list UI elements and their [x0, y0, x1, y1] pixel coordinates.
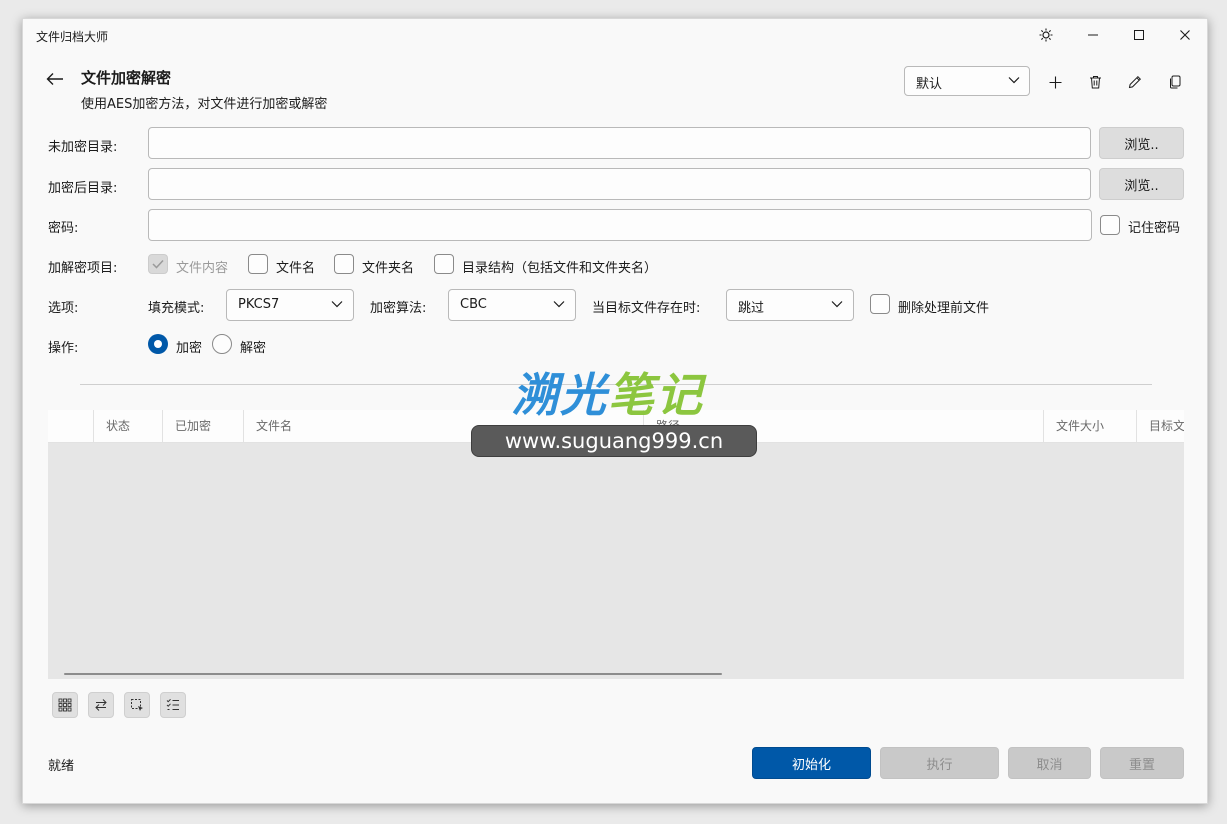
app-window: 文件归档大师 文件加密解密 使用AES加密方法，对文件进行加密或解密 默认 未加…	[22, 18, 1208, 804]
exists-select-value: 跳过	[738, 301, 765, 316]
structure-checkbox[interactable]	[434, 254, 454, 274]
copy-icon	[1169, 75, 1180, 89]
decrypt-label: 解密	[240, 341, 267, 356]
watermark-title-a: 溯光	[512, 368, 608, 422]
exists-select[interactable]: 跳过	[726, 289, 854, 321]
back-button[interactable]	[41, 67, 69, 91]
algo-select-value: CBC	[460, 297, 487, 312]
theme-icon	[1039, 28, 1053, 42]
delete-source-label: 删除处理前文件	[898, 301, 990, 316]
page-subtitle: 使用AES加密方法，对文件进行加密或解密	[81, 97, 328, 112]
algo-select[interactable]: CBC	[448, 289, 576, 321]
maximize-button[interactable]	[1116, 19, 1162, 51]
minimize-button[interactable]	[1070, 19, 1116, 51]
items-label: 加解密项目:	[48, 261, 118, 276]
password-label: 密码:	[48, 221, 79, 236]
init-button[interactable]: 初始化	[752, 747, 871, 779]
operation-label: 操作:	[48, 341, 79, 356]
close-icon	[1180, 30, 1190, 40]
file-content-label: 文件内容	[176, 261, 229, 276]
back-arrow-icon	[46, 73, 63, 85]
delete-preset-button[interactable]	[1082, 69, 1108, 95]
options-label: 选项:	[48, 301, 79, 316]
select-region-button[interactable]	[124, 692, 150, 718]
decrypt-radio[interactable]	[212, 334, 232, 354]
swap-icon	[95, 699, 107, 711]
remember-password-checkbox[interactable]	[1100, 215, 1120, 235]
close-button[interactable]	[1162, 19, 1208, 51]
file-table-body[interactable]	[48, 443, 1184, 679]
trash-icon	[1089, 76, 1101, 89]
select-all-button[interactable]	[52, 692, 78, 718]
pencil-icon	[1128, 75, 1142, 89]
title-bar: 文件归档大师	[23, 19, 1207, 51]
select-region-icon	[131, 699, 143, 711]
preset-select[interactable]: 默认	[904, 66, 1030, 96]
column-status[interactable]: 状态	[93, 410, 162, 442]
app-title: 文件归档大师	[36, 30, 109, 44]
page-title: 文件加密解密	[81, 69, 172, 87]
column-encrypted[interactable]: 已加密	[162, 410, 243, 442]
status-text: 就绪	[48, 759, 75, 774]
algo-label: 加密算法:	[370, 301, 427, 316]
foldername-label: 文件夹名	[362, 261, 415, 276]
maximize-icon	[1134, 30, 1144, 40]
padding-select-value: PKCS7	[238, 297, 280, 312]
encrypt-label: 加密	[176, 341, 203, 356]
minimize-icon	[1088, 34, 1098, 36]
chevron-down-icon	[331, 301, 343, 308]
file-content-checkbox[interactable]	[148, 254, 168, 274]
encrypt-radio[interactable]	[148, 334, 168, 354]
execute-button[interactable]: 执行	[880, 747, 999, 779]
dst-dir-browse-button[interactable]: 浏览..	[1099, 168, 1184, 200]
structure-label: 目录结构（包括文件和文件夹名）	[462, 261, 658, 276]
edit-preset-button[interactable]	[1122, 69, 1148, 95]
add-preset-button[interactable]	[1042, 69, 1068, 95]
checklist-button[interactable]	[160, 692, 186, 718]
column-target[interactable]: 目标文	[1136, 410, 1184, 442]
watermark-title: 溯光笔记	[512, 359, 704, 425]
filename-checkbox[interactable]	[248, 254, 268, 274]
exists-label: 当目标文件存在时:	[592, 301, 701, 316]
theme-toggle-button[interactable]	[1023, 19, 1069, 51]
watermark-url: www.suguang999.cn	[471, 425, 757, 457]
src-dir-label: 未加密目录:	[48, 140, 118, 155]
select-all-icon	[58, 698, 72, 712]
watermark-title-b: 笔记	[608, 368, 704, 422]
delete-source-checkbox[interactable]	[870, 294, 890, 314]
chevron-down-icon	[553, 301, 565, 308]
cancel-button[interactable]: 取消	[1008, 747, 1091, 779]
remember-password-label: 记住密码	[1128, 221, 1181, 236]
password-input[interactable]	[148, 209, 1092, 241]
horizontal-scrollbar[interactable]	[64, 673, 722, 675]
invert-selection-button[interactable]	[88, 692, 114, 718]
src-dir-browse-button[interactable]: 浏览..	[1099, 127, 1184, 159]
foldername-checkbox[interactable]	[334, 254, 354, 274]
chevron-down-icon	[831, 301, 843, 308]
checklist-icon	[166, 698, 179, 710]
padding-label: 填充模式:	[148, 301, 205, 316]
dst-dir-input[interactable]	[148, 168, 1091, 200]
src-dir-input[interactable]	[148, 127, 1091, 159]
copy-preset-button[interactable]	[1162, 69, 1188, 95]
column-filesize[interactable]: 文件大小	[1043, 410, 1136, 442]
chevron-down-icon	[1008, 77, 1020, 84]
preset-select-value: 默认	[916, 77, 943, 92]
filename-label: 文件名	[276, 261, 316, 276]
dst-dir-label: 加密后目录:	[48, 181, 118, 196]
reset-button[interactable]: 重置	[1100, 747, 1184, 779]
padding-select[interactable]: PKCS7	[226, 289, 354, 321]
add-icon	[1049, 76, 1061, 88]
checkmark-icon	[152, 259, 164, 269]
